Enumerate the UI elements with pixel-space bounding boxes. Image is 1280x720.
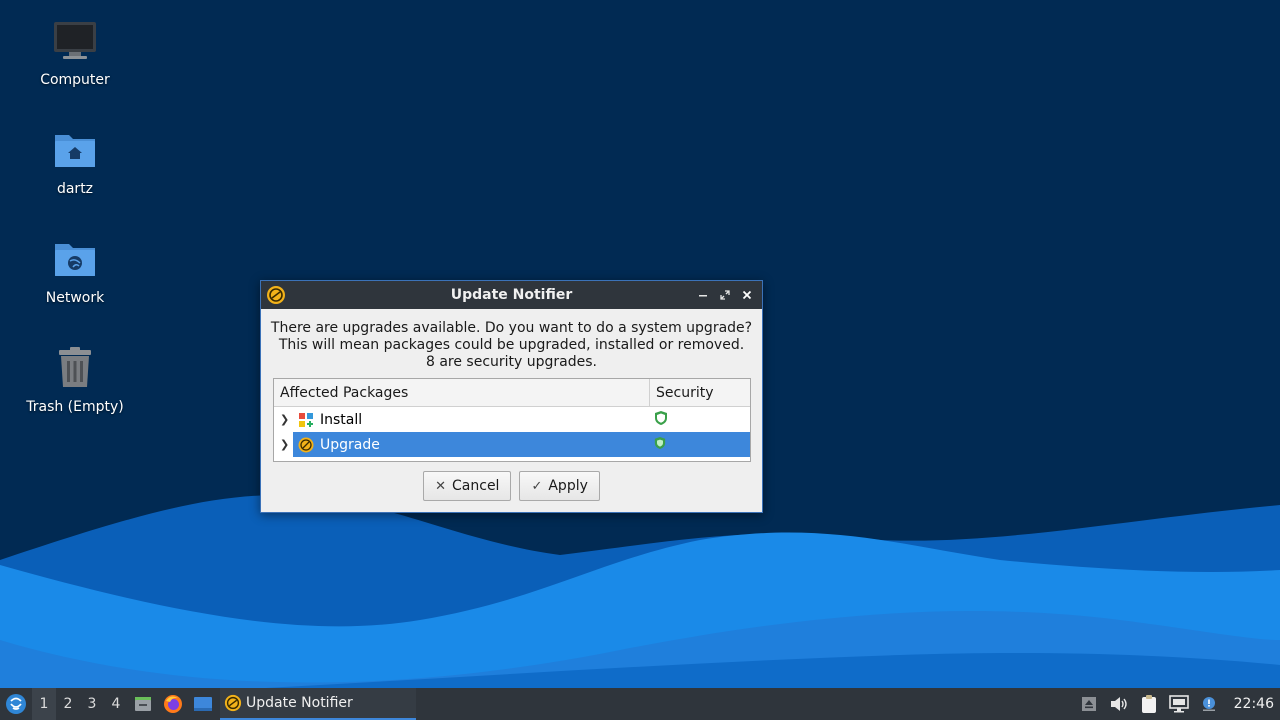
workspace-3[interactable]: 3: [80, 688, 104, 720]
upgrade-icon: [298, 437, 314, 452]
eject-button[interactable]: [1078, 693, 1100, 715]
chevron-right-icon[interactable]: ❯: [280, 438, 292, 451]
message-line: There are upgrades available. Do you wan…: [270, 320, 753, 336]
update-notification-button[interactable]: [1198, 693, 1220, 715]
desktop-icon-computer[interactable]: Computer: [15, 18, 135, 88]
package-name: Install: [320, 411, 363, 428]
clock[interactable]: 22:46: [1234, 696, 1274, 712]
task-label: Update Notifier: [246, 695, 353, 711]
clipboard-button[interactable]: [1138, 693, 1160, 715]
cancel-label: Cancel: [452, 478, 500, 494]
computer-icon: [54, 22, 96, 59]
cancel-button[interactable]: ✕ Cancel: [423, 471, 512, 501]
desktop-icon-label: Network: [45, 290, 105, 306]
package-name: Upgrade: [320, 436, 380, 453]
network-icon: [1168, 695, 1189, 713]
taskbar-task-update-notifier[interactable]: Update Notifier: [220, 688, 416, 720]
update-notifier-dialog: Update Notifier There are upgrades avail…: [260, 280, 763, 513]
close-icon: ✕: [435, 478, 447, 494]
dialog-titlebar[interactable]: Update Notifier: [261, 281, 762, 309]
update-notifier-icon: [267, 286, 285, 304]
trash-icon: [59, 347, 91, 387]
volume-button[interactable]: [1108, 693, 1130, 715]
desktop-icon-label: dartz: [56, 181, 94, 197]
close-button[interactable]: [738, 286, 756, 304]
workspace-2[interactable]: 2: [56, 688, 80, 720]
apply-label: Apply: [548, 478, 588, 494]
network-button[interactable]: [1168, 693, 1190, 715]
desktop-icon-trash[interactable]: Trash (Empty): [15, 345, 135, 415]
security-cell: [650, 410, 750, 430]
chevron-right-icon[interactable]: ❯: [280, 413, 292, 426]
checkmark-icon: ✓: [531, 478, 543, 494]
maximize-icon: [720, 290, 730, 300]
info-alert-icon: [1202, 697, 1215, 711]
message-line: 8 are security upgrades.: [425, 354, 598, 370]
home-folder-icon: [55, 135, 95, 167]
show-desktop-button[interactable]: [188, 688, 218, 720]
desktop-icon: [194, 697, 212, 711]
eject-icon: [1081, 697, 1096, 711]
minimize-button[interactable]: [694, 286, 712, 304]
taskbar: 1 2 3 4 Update Notifier 22:46: [0, 688, 1280, 720]
lubuntu-logo-icon: [6, 694, 26, 714]
workspace-4[interactable]: 4: [104, 688, 128, 720]
clipboard-icon: [1141, 695, 1156, 713]
apply-button[interactable]: ✓ Apply: [519, 471, 600, 501]
update-notifier-icon: [224, 694, 242, 712]
desktop-icon-network[interactable]: Network: [15, 236, 135, 306]
close-icon: [742, 290, 752, 300]
workspace-1[interactable]: 1: [32, 688, 56, 720]
minimize-icon: [699, 295, 707, 297]
shield-icon: [654, 436, 666, 449]
dialog-buttons: ✕ Cancel ✓ Apply: [261, 471, 762, 501]
install-icon: [299, 412, 313, 427]
tree-row-upgrade[interactable]: ❯ Upgrade: [274, 432, 750, 457]
column-header-security[interactable]: Security: [650, 379, 750, 406]
message-line: This will mean packages could be upgrade…: [278, 337, 745, 353]
file-manager-icon: [135, 697, 151, 711]
security-cell: [650, 436, 750, 454]
tree-row-install[interactable]: ❯ Install: [274, 407, 750, 432]
firefox-launcher[interactable]: [158, 688, 188, 720]
start-menu-button[interactable]: [0, 688, 32, 720]
network-folder-icon: [55, 244, 95, 276]
column-header-affected-packages[interactable]: Affected Packages: [274, 379, 650, 406]
system-tray: 22:46: [1078, 688, 1280, 720]
desktop-icon-home[interactable]: dartz: [15, 127, 135, 197]
firefox-icon: [164, 695, 182, 713]
dialog-title: Update Notifier: [450, 287, 573, 303]
volume-icon: [1110, 697, 1127, 711]
dialog-message: There are upgrades available. Do you wan…: [261, 309, 762, 371]
maximize-button[interactable]: [716, 286, 734, 304]
tree-header: Affected Packages Security: [274, 379, 750, 407]
shield-icon: [655, 410, 667, 425]
file-manager-launcher[interactable]: [128, 688, 158, 720]
affected-packages-tree[interactable]: Affected Packages Security ❯ Install ❯ U…: [273, 378, 751, 462]
desktop-icon-label: Trash (Empty): [26, 399, 124, 415]
desktop-icon-label: Computer: [40, 72, 110, 88]
